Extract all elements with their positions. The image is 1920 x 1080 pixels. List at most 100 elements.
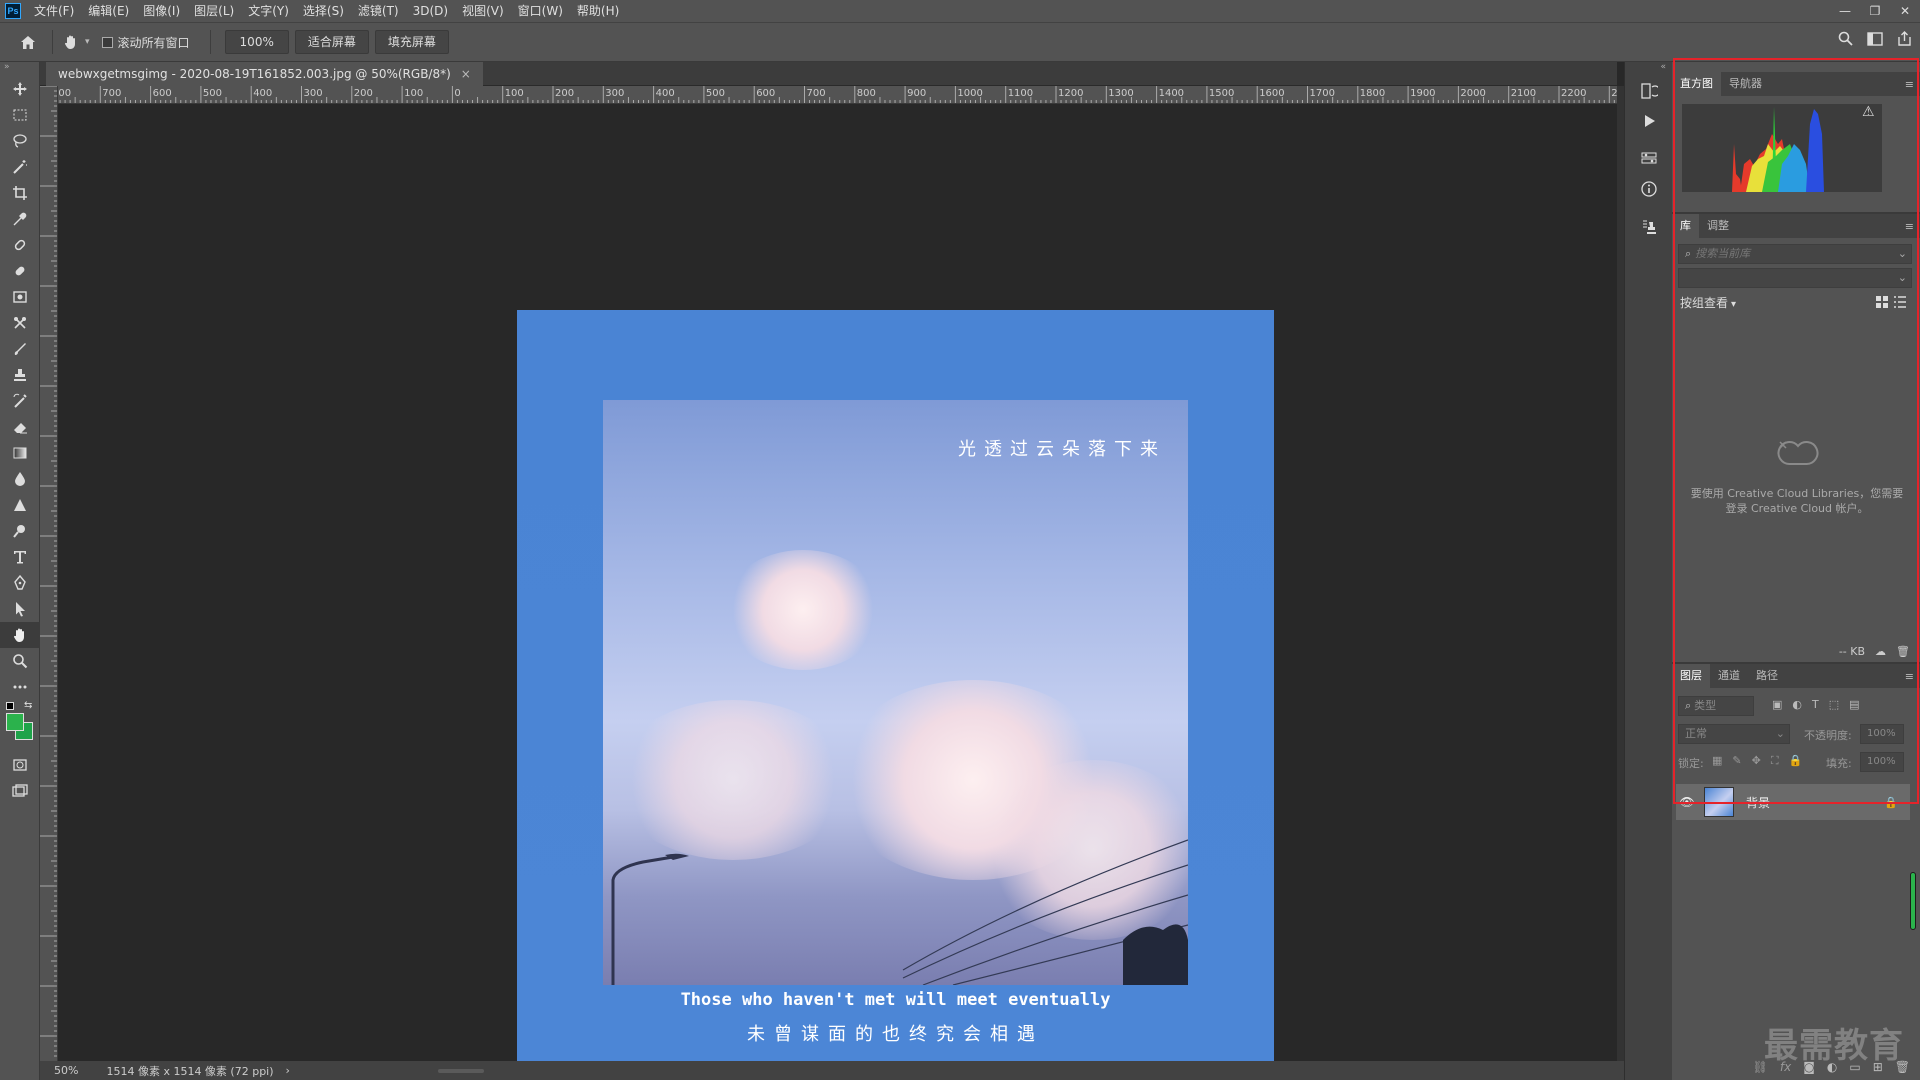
type-filter-icon[interactable]: T — [1812, 698, 1819, 711]
type-tool-icon[interactable] — [0, 544, 40, 570]
document-image[interactable]: 光透过云朵落下来 Those who haven't met will meet… — [517, 310, 1274, 1067]
close-document-icon[interactable]: × — [461, 62, 471, 86]
status-menu-arrow-icon[interactable]: › — [286, 1064, 290, 1077]
clone-source-panel-icon[interactable] — [1625, 212, 1673, 242]
menu-3d[interactable]: 3D(D) — [406, 0, 455, 22]
vertical-scrollbar[interactable] — [1617, 86, 1624, 1061]
properties-panel-icon[interactable] — [1625, 144, 1673, 174]
panel-menu-icon[interactable]: ≡ — [1905, 670, 1914, 683]
close-window-button[interactable]: ✕ — [1890, 0, 1920, 22]
more-tools-icon[interactable] — [0, 674, 40, 700]
brush-tool-icon[interactable] — [0, 258, 40, 284]
blur-tool-icon[interactable] — [0, 466, 40, 492]
panel-menu-icon[interactable]: ≡ — [1905, 220, 1914, 233]
menu-edit[interactable]: 编辑(E) — [81, 0, 136, 22]
tab-libraries[interactable]: 库 — [1672, 214, 1699, 238]
layer-filter-select[interactable]: ⌕ 类型 — [1678, 696, 1754, 716]
tab-adjustments[interactable]: 调整 — [1699, 214, 1737, 238]
crop-tool-icon[interactable] — [0, 180, 40, 206]
panel-menu-icon[interactable]: ≡ — [1905, 78, 1914, 91]
zoom-level[interactable]: 50% — [54, 1064, 78, 1077]
menu-file[interactable]: 文件(F) — [27, 0, 81, 22]
document-tab[interactable]: webwxgetmsgimg - 2020-08-19T161852.003.j… — [46, 62, 483, 86]
lock-pixels-icon[interactable]: ✎ — [1732, 754, 1741, 768]
histogram-warning-icon[interactable]: ⚠ — [1862, 104, 1875, 120]
path-selection-tool-icon[interactable] — [0, 596, 40, 622]
tool-preset-dropdown-icon[interactable]: ▾ — [85, 37, 90, 47]
tab-histogram[interactable]: 直方图 — [1672, 72, 1721, 96]
tab-channels[interactable]: 通道 — [1710, 664, 1748, 688]
panel-scroll-thumb[interactable] — [1910, 872, 1916, 930]
dodge-tool-icon[interactable] — [0, 518, 40, 544]
hand-tool-icon[interactable] — [0, 622, 40, 648]
workspace-icon[interactable] — [1867, 31, 1883, 49]
lock-all-icon[interactable]: 🔒 — [1789, 754, 1803, 768]
lasso-tool-icon[interactable] — [0, 128, 40, 154]
menu-image[interactable]: 图像(I) — [136, 0, 187, 22]
lock-artboard-icon[interactable]: ⛶ — [1771, 754, 1779, 768]
quick-mask-icon[interactable] — [0, 752, 40, 778]
horizontal-ruler[interactable]: 8007006005004003002001000100200300400500… — [58, 86, 1617, 104]
tab-navigator[interactable]: 导航器 — [1721, 72, 1770, 96]
zoom-tool-icon[interactable] — [0, 648, 40, 674]
library-select[interactable]: ⌄ — [1678, 268, 1912, 288]
screen-mode-icon[interactable] — [0, 778, 40, 804]
opacity-input[interactable]: 100% — [1860, 724, 1904, 744]
lock-transparent-icon[interactable]: ▦ — [1712, 754, 1722, 768]
checkbox-box[interactable] — [101, 36, 113, 48]
info-panel-icon[interactable] — [1625, 174, 1673, 204]
collapse-toolbar-icon[interactable]: » — [0, 62, 39, 76]
home-icon[interactable] — [18, 32, 38, 52]
pen-tool-icon[interactable] — [0, 570, 40, 596]
scroll-all-windows-checkbox[interactable]: 滚动所有窗口 — [101, 34, 190, 51]
default-colors-icon[interactable] — [6, 702, 14, 710]
minimize-button[interactable]: — — [1830, 0, 1860, 22]
chevron-down-icon[interactable]: ⌄ — [1898, 269, 1907, 287]
library-search-input[interactable]: ⌕ 搜索当前库 ⌄ — [1678, 244, 1912, 264]
foreground-color-swatch[interactable] — [6, 713, 24, 731]
layer-row[interactable]: 👁 背景 🔒 — [1676, 784, 1910, 820]
move-tool-icon[interactable] — [0, 76, 40, 102]
menu-type[interactable]: 文字(Y) — [241, 0, 296, 22]
restore-button[interactable]: ❐ — [1860, 0, 1890, 22]
adjustment-filter-icon[interactable]: ◐ — [1792, 698, 1802, 711]
grid-view-icon[interactable] — [1876, 296, 1888, 311]
healing-brush-tool-icon[interactable] — [0, 232, 40, 258]
search-icon[interactable] — [1838, 31, 1853, 49]
menu-help[interactable]: 帮助(H) — [570, 0, 626, 22]
share-icon[interactable] — [1897, 31, 1912, 49]
paint-brush-tool-icon[interactable] — [0, 336, 40, 362]
chevron-down-icon[interactable]: ⌄ — [1898, 245, 1907, 263]
color-swatches[interactable]: ⇆ — [0, 700, 40, 752]
sharpen-tool-icon[interactable] — [0, 492, 40, 518]
tab-layers[interactable]: 图层 — [1672, 664, 1710, 688]
tab-paths[interactable]: 路径 — [1748, 664, 1786, 688]
menu-select[interactable]: 选择(S) — [296, 0, 351, 22]
swap-colors-icon[interactable]: ⇆ — [24, 700, 32, 711]
collapse-strip-icon[interactable]: « — [1625, 62, 1672, 76]
canvas-area[interactable]: 光透过云朵落下来 Those who haven't met will meet… — [58, 104, 1617, 1067]
list-view-icon[interactable] — [1894, 296, 1906, 311]
menu-layer[interactable]: 图层(L) — [187, 0, 241, 22]
art-history-brush-icon[interactable] — [0, 388, 40, 414]
zoom-100-button[interactable]: 100% — [224, 30, 289, 54]
clone-stamp-tool-icon[interactable] — [0, 284, 40, 310]
history-panel-icon[interactable] — [1625, 76, 1673, 106]
cloud-sync-icon[interactable]: ☁ — [1875, 645, 1886, 658]
history-brush-tool-icon[interactable] — [0, 310, 40, 336]
hand-tool-icon[interactable] — [61, 32, 81, 52]
stamp-tool-icon[interactable] — [0, 362, 40, 388]
group-view-dropdown[interactable]: 按组查看 ▾ — [1680, 294, 1736, 311]
vertical-ruler[interactable] — [40, 86, 58, 1061]
horizontal-scroll-thumb[interactable] — [438, 1068, 484, 1073]
fit-screen-button[interactable]: 适合屏幕 — [294, 30, 369, 54]
shape-filter-icon[interactable]: ⬚ — [1829, 698, 1839, 711]
eyedropper-tool-icon[interactable] — [0, 206, 40, 232]
eye-visibility-icon[interactable]: 👁 — [1676, 795, 1698, 809]
menu-filter[interactable]: 滤镜(T) — [351, 0, 406, 22]
smart-object-filter-icon[interactable]: ▤ — [1849, 698, 1859, 711]
pixel-filter-icon[interactable]: ▣ — [1772, 698, 1782, 711]
blend-mode-select[interactable]: 正常 ⌄ — [1678, 724, 1790, 744]
actions-play-icon[interactable] — [1625, 106, 1673, 136]
menu-window[interactable]: 窗口(W) — [511, 0, 570, 22]
